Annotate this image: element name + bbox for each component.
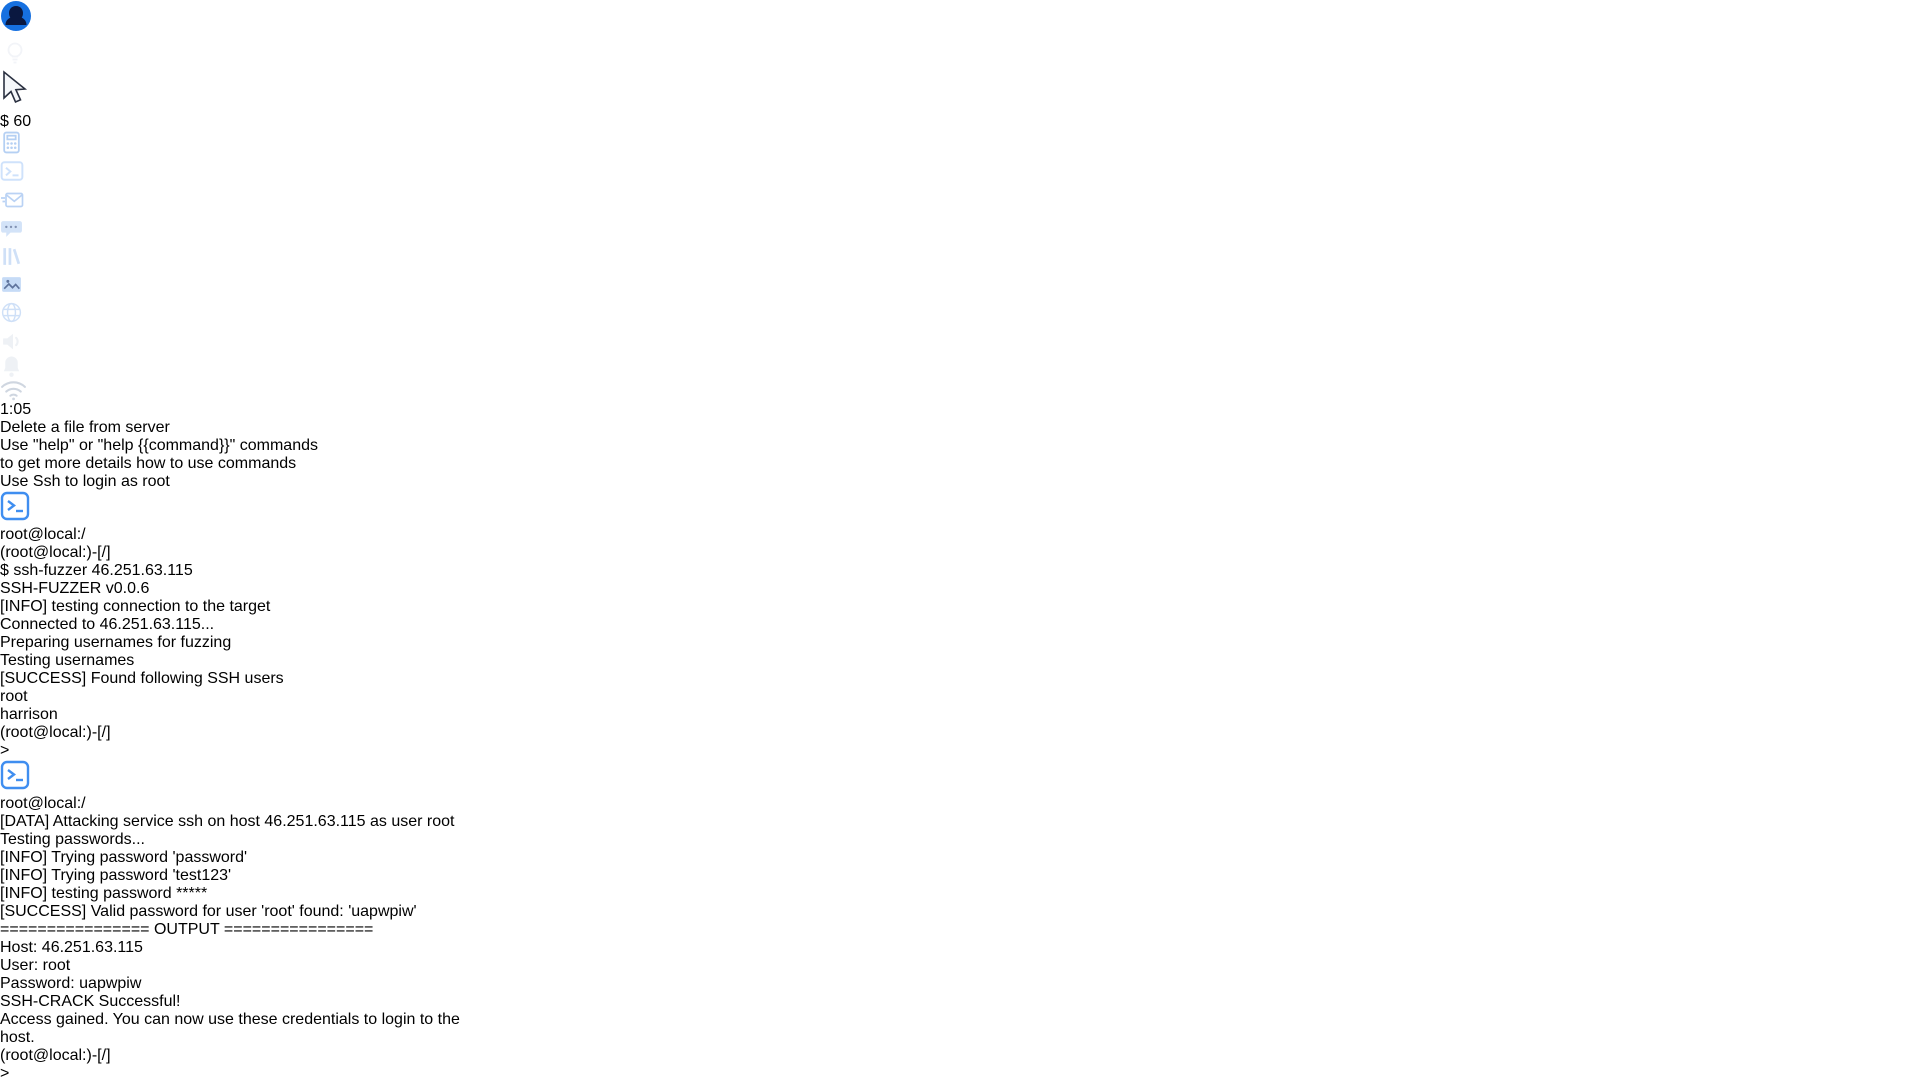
mission-hint: Use Ssh to login as root [0,473,1920,491]
terminal-line: Password: uapwpiw [0,975,1920,993]
taskbar-icon-terminal[interactable] [0,159,1920,188]
terminal-window-ssh-crack[interactable]: root@local:/ [DATA] Attacking service ss… [0,760,1920,1080]
taskbar-icon-image[interactable] [0,273,1920,301]
terminal-line: Testing usernames [0,652,1920,670]
clock: 1:05 [0,401,31,418]
mission-hint: Use "help" or "help {{command}}" command… [0,437,1920,473]
terminal-line: (root@local:)-[/] [0,544,1920,562]
terminal-line: harrison [0,706,1920,724]
terminal-line: ================ OUTPUT ================ [0,921,1920,939]
terminal-line: [SUCCESS] Valid password for user 'root'… [0,903,1920,921]
mission-panel: Delete a file from server Use "help" or … [0,419,1920,491]
terminal-line: [INFO] testing connection to the target [0,598,1920,616]
terminal-line: Host: 46.251.63.115 [0,939,1920,957]
hint-text: to get more details how to use commands [0,455,1920,473]
terminal-icon [0,508,30,525]
terminal-line: Testing passwords... [0,831,1920,849]
volume-icon[interactable] [0,329,1920,354]
hint-text: Use Ssh to login as root [0,473,1920,491]
system-tray: 1:05 [0,329,1920,419]
terminal-line: SSH-FUZZER v0.0.6 [0,580,1920,598]
terminal-line: $ ssh-fuzzer 46.251.63.115 [0,562,1920,580]
terminal-line: > [0,742,1920,760]
terminal-line: User: root [0,957,1920,975]
terminal-window-ssh-fuzzer[interactable]: root@local:/ (root@local:)-[/]$ ssh-fuzz… [0,491,1920,760]
taskbar-icon-chat[interactable] [0,217,1920,245]
terminal-output[interactable]: (root@local:)-[/]$ ssh-fuzzer 46.251.63.… [0,544,1920,760]
mission-title: Delete a file from server [0,419,1920,437]
terminal-title: root@local:/ [0,795,1920,813]
terminal-line: [INFO] Trying password 'test123' [0,867,1920,885]
hint-button[interactable] [0,37,1920,70]
terminal-icon [0,777,30,794]
taskbar-icon-mail[interactable] [0,188,1920,217]
taskbar-icon-library[interactable] [0,245,1920,273]
player-avatar-icon[interactable] [0,0,1920,37]
terminal-line: Access gained. You can now use these cre… [0,1011,1920,1029]
terminal-line: Connected to 46.251.63.115... [0,616,1920,634]
terminal-titlebar[interactable]: root@local:/ [0,760,1920,813]
terminal-line: root [0,688,1920,706]
wifi-icon[interactable] [0,379,1920,401]
hint-text: Use "help" or "help {{command}}" command… [0,437,1920,455]
terminal-title: root@local:/ [0,526,1920,544]
terminal-output[interactable]: [DATA] Attacking service ssh on host 46.… [0,813,1920,1080]
money-counter: $ 60 [0,113,1920,131]
desktop: { "topbar": { "money": "$ 60", "time": "… [0,0,1920,1080]
terminal-line: [INFO] Trying password 'password' [0,849,1920,867]
lightbulb-icon [0,37,26,65]
terminal-line: [SUCCESS] Found following SSH users [0,670,1920,688]
terminal-line: [INFO] testing password ***** [0,885,1920,903]
taskbar [0,131,1920,329]
terminal-line: SSH-CRACK Successful! [0,993,1920,1011]
terminal-line: (root@local:)-[/] [0,724,1920,742]
top-bar: $ 60 1:05 [0,0,1920,419]
terminal-line: Preparing usernames for fuzzing [0,634,1920,652]
terminal-titlebar[interactable]: root@local:/ [0,491,1920,544]
terminal-line: [DATA] Attacking service ssh on host 46.… [0,813,1920,831]
taskbar-icon-calculator[interactable] [0,131,1920,159]
terminal-line: host. [0,1029,1920,1047]
mission-hints: Use "help" or "help {{command}}" command… [0,437,1920,491]
bell-icon[interactable] [0,354,1920,379]
taskbar-icon-network[interactable] [0,301,1920,329]
terminal-line: > [0,1065,1920,1080]
terminal-line: (root@local:)-[/] [0,1047,1920,1065]
mouse-cursor [0,70,1920,113]
